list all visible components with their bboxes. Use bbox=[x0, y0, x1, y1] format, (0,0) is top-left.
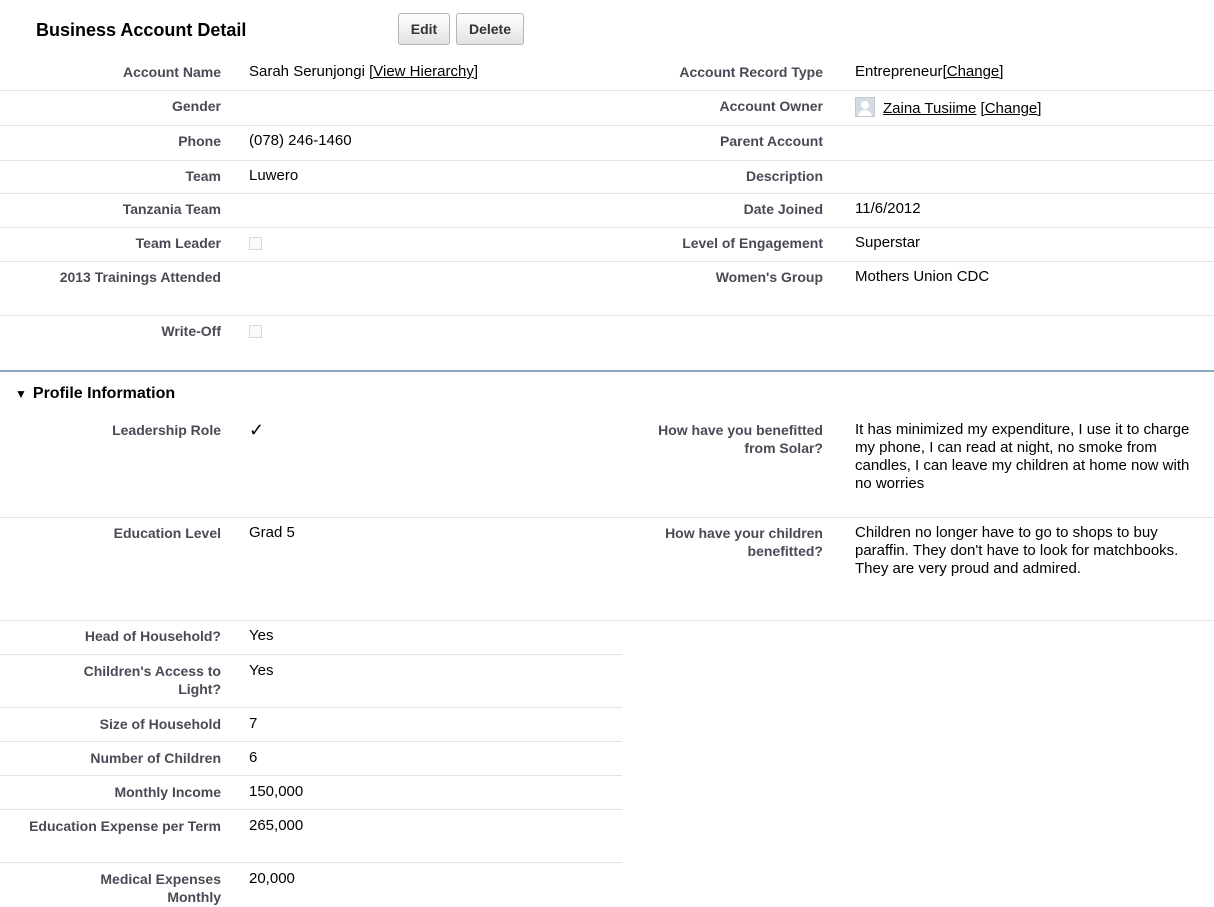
collapse-triangle-icon: ▼ bbox=[15, 387, 27, 401]
education-expense-label: Education Expense per Term bbox=[29, 818, 221, 834]
row-monthly-income: Monthly Income 150,000 bbox=[0, 776, 1214, 810]
team-leader-checkbox bbox=[249, 237, 262, 250]
children-benefit-value: Children no longer have to go to shops t… bbox=[855, 524, 1179, 577]
account-owner-link[interactable]: Zaina Tusiime bbox=[883, 100, 976, 117]
level-of-engagement-label: Level of Engagement bbox=[682, 235, 823, 251]
account-owner-value: Zaina Tusiime [Change] bbox=[855, 97, 1205, 118]
profile-section-toggle[interactable]: ▼ Profile Information bbox=[15, 385, 175, 403]
childrens-access-light-label: Children's Access to Light? bbox=[83, 663, 221, 697]
row-team-leader: Team Leader Level of Engagement Supersta… bbox=[0, 227, 1214, 262]
team-value: Luwero bbox=[249, 167, 299, 184]
description-label: Description bbox=[745, 168, 823, 184]
detail-header: Business Account Detail Edit Delete bbox=[0, 12, 1214, 48]
gender-label: Gender bbox=[171, 98, 221, 114]
row-tanzania-team: Tanzania Team Date Joined 11/6/2012 bbox=[0, 193, 1214, 228]
tanzania-team-label: Tanzania Team bbox=[122, 201, 221, 217]
account-name-value: Sarah Serunjongi [View Hierarchy] bbox=[249, 63, 609, 81]
row-gender: Gender Account Owner Zaina Tusiime [Chan… bbox=[0, 90, 1214, 126]
row-trainings: 2013 Trainings Attended Women's Group Mo… bbox=[0, 261, 1214, 316]
phone-label: Phone bbox=[178, 133, 221, 149]
date-joined-value: 11/6/2012 bbox=[855, 200, 921, 217]
womens-group-label: Women's Group bbox=[715, 269, 823, 285]
row-size-of-household: Size of Household 7 bbox=[0, 708, 1214, 742]
write-off-value bbox=[249, 322, 609, 343]
account-name-label: Account Name bbox=[122, 64, 221, 80]
change-record-type-link[interactable]: [Change] bbox=[943, 63, 1004, 80]
view-hierarchy-link[interactable]: [View Hierarchy] bbox=[369, 63, 478, 80]
womens-group-value: Mothers Union CDC bbox=[855, 268, 990, 285]
team-label: Team bbox=[185, 168, 221, 184]
parent-account-label: Parent Account bbox=[720, 133, 823, 149]
trainings-2013-label: 2013 Trainings Attended bbox=[59, 269, 221, 285]
head-of-household-value: Yes bbox=[249, 627, 274, 644]
level-of-engagement-value: Superstar bbox=[855, 234, 921, 251]
section-divider bbox=[0, 370, 1214, 372]
solar-benefit-label: How have you benefitted from Solar? bbox=[658, 422, 823, 456]
change-owner-link[interactable]: [Change] bbox=[981, 100, 1042, 117]
write-off-label: Write-Off bbox=[161, 323, 221, 339]
row-team: Team Luwero Description bbox=[0, 160, 1214, 194]
date-joined-label: Date Joined bbox=[743, 201, 823, 217]
write-off-checkbox bbox=[249, 325, 262, 338]
solar-benefit-value: It has minimized my expenditure, I use i… bbox=[855, 421, 1190, 492]
edit-button[interactable]: Edit bbox=[398, 13, 450, 45]
phone-value: (078) 246-1460 bbox=[249, 132, 352, 149]
account-record-type-text: Entrepreneur bbox=[855, 63, 943, 80]
account-record-type-value: Entrepreneur[Change] bbox=[855, 63, 1205, 81]
row-education-expense: Education Expense per Term 265,000 bbox=[0, 810, 1214, 863]
profile-section-title: Profile Information bbox=[32, 385, 176, 402]
childrens-access-light-value: Yes bbox=[249, 662, 274, 679]
account-owner-label: Account Owner bbox=[719, 98, 823, 114]
number-of-children-value: 6 bbox=[249, 749, 258, 766]
row-account-name: Account Name Sarah Serunjongi [View Hier… bbox=[0, 56, 1214, 91]
delete-button[interactable]: Delete bbox=[456, 13, 524, 45]
page-title: Business Account Detail bbox=[36, 20, 247, 40]
education-expense-value: 265,000 bbox=[249, 817, 304, 834]
row-head-of-household: Head of Household? Yes bbox=[0, 620, 1214, 655]
size-of-household-label: Size of Household bbox=[99, 716, 221, 732]
row-phone: Phone (078) 246-1460 Parent Account bbox=[0, 125, 1214, 161]
children-benefit-label: How have your children benefitted? bbox=[665, 525, 823, 559]
size-of-household-value: 7 bbox=[249, 715, 258, 732]
leadership-role-label: Leadership Role bbox=[112, 422, 221, 438]
medical-expenses-value: 20,000 bbox=[249, 870, 295, 887]
row-education-level: Education Level Grad 5 How have your chi… bbox=[0, 517, 1214, 621]
row-write-off: Write-Off bbox=[0, 315, 1214, 349]
head-of-household-label: Head of Household? bbox=[84, 628, 221, 644]
team-leader-value bbox=[249, 234, 609, 255]
number-of-children-label: Number of Children bbox=[90, 750, 221, 766]
row-leadership-role: Leadership Role ✓ How have you benefitte… bbox=[0, 414, 1214, 518]
education-level-label: Education Level bbox=[113, 525, 221, 541]
team-leader-label: Team Leader bbox=[135, 235, 221, 251]
medical-expenses-label: Medical Expenses Monthly bbox=[100, 871, 221, 905]
row-number-of-children: Number of Children 6 bbox=[0, 742, 1214, 776]
leadership-role-value: ✓ bbox=[249, 421, 609, 441]
education-level-value: Grad 5 bbox=[249, 524, 295, 541]
account-name-text: Sarah Serunjongi bbox=[249, 63, 365, 80]
row-childrens-access-light: Children's Access to Light? Yes bbox=[0, 655, 1214, 708]
monthly-income-label: Monthly Income bbox=[114, 784, 221, 800]
monthly-income-value: 150,000 bbox=[249, 783, 304, 800]
account-record-type-label: Account Record Type bbox=[679, 64, 823, 80]
checkmark-icon: ✓ bbox=[249, 420, 265, 440]
row-medical-expenses: Medical Expenses Monthly 20,000 bbox=[0, 863, 1214, 907]
user-avatar-icon bbox=[855, 97, 875, 117]
